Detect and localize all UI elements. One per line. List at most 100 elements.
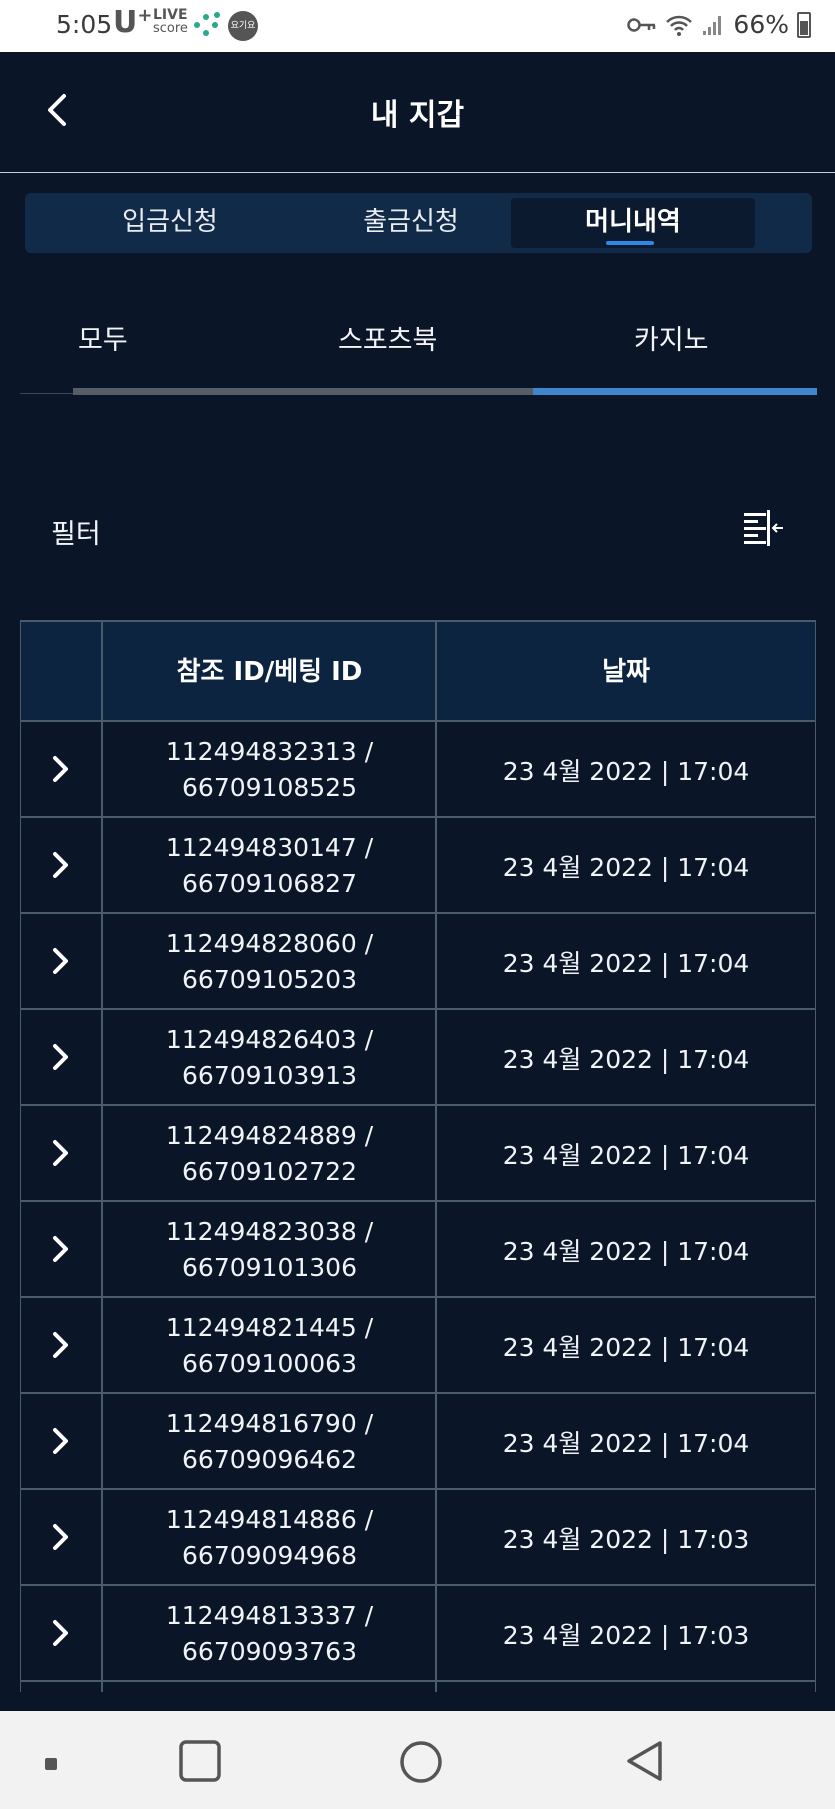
date-cell: 23 4월 2022 | 17:04	[502, 949, 750, 978]
chevron-right-icon[interactable]	[45, 752, 75, 786]
bet-id: 66709102722	[182, 1157, 357, 1186]
date-cell: 23 4월 2022 | 17:04	[502, 1141, 750, 1170]
reference-id-cell: 112494821445 / 66709100063	[103, 1310, 436, 1382]
chevron-right-icon[interactable]	[45, 1136, 75, 1170]
reference-id-cell: 112494814886 / 66709094968	[103, 1502, 436, 1574]
filter-label: 필터	[51, 519, 101, 550]
carrier-sup: +	[137, 5, 153, 26]
chevron-right-icon[interactable]	[45, 848, 75, 882]
tab-withdraw[interactable]: 출금신청	[289, 198, 533, 248]
menu-dot-icon[interactable]	[44, 1757, 58, 1771]
wallet-tabs: 입금신청 출금신청 머니내역	[25, 193, 812, 253]
header-reference-id: 참조 ID/베팅 ID	[176, 657, 363, 687]
reference-id-cell: 112494824889 / 66709102722	[103, 1118, 436, 1190]
active-tab-indicator	[606, 241, 654, 245]
chevron-right-icon[interactable]	[45, 1328, 75, 1362]
bet-id: 66709100063	[182, 1349, 357, 1378]
bet-id: 66709101306	[182, 1253, 357, 1282]
table-row[interactable]: 112494830147 / 66709106827 23 4월 2022 | 17…	[21, 818, 815, 914]
date-cell: 23 4월 2022 | 17:04	[502, 757, 750, 786]
date-cell: 23 4월 2022 | 17:04	[502, 1333, 750, 1362]
app-badge-icon: 요기요	[228, 11, 258, 41]
bet-id: 66709093763	[182, 1637, 357, 1666]
status-bar: 5:05 U+ LIVE score 요기요 66%	[0, 0, 835, 52]
table-row[interactable]: 112494824889 / 66709102722 23 4월 2022 | 17…	[21, 1106, 815, 1202]
tab-deposit[interactable]: 입금신청	[48, 198, 292, 248]
home-icon[interactable]	[398, 1739, 444, 1785]
subtab-active-indicator	[533, 388, 817, 395]
chevron-right-icon[interactable]	[45, 1040, 75, 1074]
bet-id: 66709106827	[182, 869, 357, 898]
back-triangle-icon[interactable]	[624, 1739, 666, 1783]
reference-id: 112494821445 /	[165, 1313, 374, 1342]
subtab-all[interactable]: 모두	[78, 318, 128, 357]
reference-id-cell: 112494816790 / 66709096462	[103, 1406, 436, 1478]
reference-id: 112494814886 /	[165, 1505, 374, 1534]
key-icon	[627, 17, 656, 32]
bet-id: 66709096462	[182, 1445, 357, 1474]
reference-id-cell: 112494828060 / 66709105203	[103, 926, 436, 998]
chevron-right-icon[interactable]	[45, 1232, 75, 1266]
battery-icon	[797, 11, 811, 38]
header-expand-col	[21, 622, 102, 722]
reference-id: 112494816790 /	[165, 1409, 374, 1438]
reference-id: 112494832313 /	[165, 737, 374, 766]
table-row[interactable]: 112494823038 / 66709101306 23 4월 2022 | 17…	[21, 1202, 815, 1298]
category-subtabs: 모두 스포츠북 카지노	[20, 285, 817, 395]
date-cell: 23 4월 2022 | 17:03	[502, 1621, 750, 1650]
live-score-sub: score	[153, 21, 188, 36]
system-nav-bar	[0, 1711, 835, 1809]
status-right: 66%	[627, 10, 811, 39]
date-cell: 23 4월 2022 | 17:04	[502, 1429, 750, 1458]
column-divider	[435, 620, 437, 1692]
live-score-app-icon: LIVE score	[153, 8, 188, 36]
bet-id: 66709108525	[182, 773, 357, 802]
reference-id: 112494824889 /	[165, 1121, 374, 1150]
reference-id: 112494823038 /	[165, 1217, 374, 1246]
table-row[interactable]: 112494828060 / 66709105203 23 4월 2022 | 17…	[21, 914, 815, 1010]
carrier-name: U	[113, 5, 138, 40]
table-row[interactable]: 112494821445 / 66709100063 23 4월 2022 | 17…	[21, 1298, 815, 1394]
reference-id: 112494826403 /	[165, 1025, 374, 1054]
dots-app-icon	[194, 12, 220, 40]
page-title: 내 지갑	[370, 98, 465, 133]
table-row[interactable]: 112494832313 / 66709108525 23 4월 2022 | 17…	[21, 722, 815, 818]
reference-id: 112494828060 /	[165, 929, 374, 958]
reference-id: 112494813337 /	[165, 1601, 374, 1630]
recent-apps-icon[interactable]	[178, 1739, 222, 1783]
reference-id-cell: 112494823038 / 66709101306	[103, 1214, 436, 1286]
status-time: 5:05	[56, 10, 113, 39]
table-row[interactable]: 112494813337 / 66709093763 23 4월 2022 | 17…	[21, 1586, 815, 1682]
reference-id-cell: 112494826403 / 66709103913	[103, 1022, 436, 1094]
header-date: 날짜	[602, 657, 650, 687]
subtab-track	[73, 388, 533, 395]
signal-icon	[703, 15, 722, 35]
tab-money-history-label: 머니내역	[585, 207, 681, 237]
table-body: 112494832313 / 66709108525 23 4월 2022 | 17…	[21, 722, 815, 1692]
reference-id-cell: 112494832313 / 66709108525	[103, 734, 436, 806]
reference-id-cell: 112494830147 / 66709106827	[103, 830, 436, 902]
chevron-right-icon[interactable]	[45, 1520, 75, 1554]
bet-id: 66709094968	[182, 1541, 357, 1570]
bet-id: 66709105203	[182, 965, 357, 994]
transactions-table: 참조 ID/베팅 ID 날짜 112494832313 / 66709108525…	[20, 620, 816, 1692]
table-row[interactable]: 112494816790 / 66709096462 23 4월 2022 | 17…	[21, 1394, 815, 1490]
chevron-right-icon[interactable]	[45, 1424, 75, 1458]
subtab-sportsbook[interactable]: 스포츠북	[338, 318, 437, 357]
bet-id: 66709103913	[182, 1061, 357, 1090]
subtab-casino[interactable]: 카지노	[634, 318, 709, 357]
date-cell: 23 4월 2022 | 17:03	[502, 1525, 750, 1554]
reference-id: 112494830147 /	[165, 833, 374, 862]
table-row[interactable]: 112494826403 / 66709103913 23 4월 2022 | 17…	[21, 1010, 815, 1106]
date-cell: 23 4월 2022 | 17:04	[502, 1045, 750, 1074]
filter-columns-icon[interactable]	[740, 506, 786, 550]
chevron-right-icon[interactable]	[45, 944, 75, 978]
column-divider	[101, 620, 103, 1692]
date-cell: 23 4월 2022 | 17:04	[502, 853, 750, 882]
reference-id-cell: 112494813337 / 66709093763	[103, 1598, 436, 1670]
tab-money-history[interactable]: 머니내역	[511, 198, 755, 248]
chevron-right-icon[interactable]	[45, 1616, 75, 1650]
table-row[interactable]: 112494814886 / 66709094968 23 4월 2022 | 17…	[21, 1490, 815, 1586]
carrier-logo: U+	[113, 5, 152, 40]
date-cell: 23 4월 2022 | 17:04	[502, 1237, 750, 1266]
